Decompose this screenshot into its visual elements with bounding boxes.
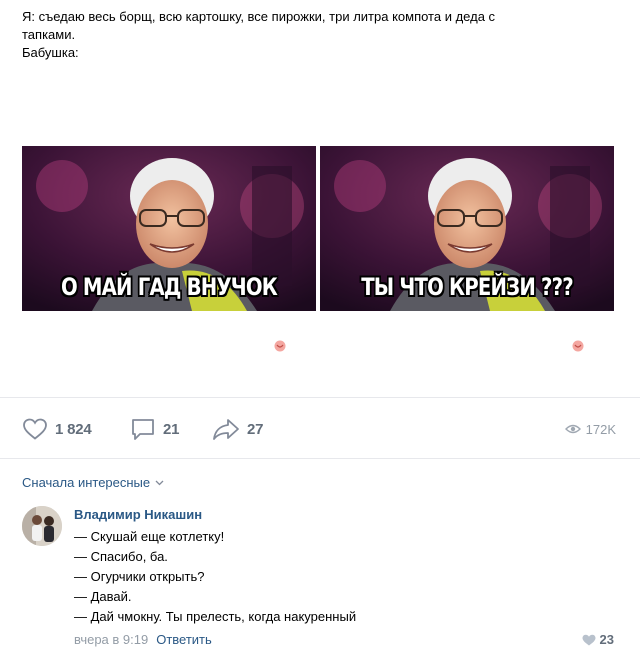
comment-text: — Скушай еще котлетку! — Спасибо, ба. — …	[74, 527, 614, 627]
post-actions: 1 824 21 27 172K	[22, 414, 620, 444]
comment-line: — Давай.	[74, 589, 132, 604]
views-counter: 172K	[564, 414, 616, 444]
share-icon	[213, 419, 239, 440]
reaction-icon[interactable]	[274, 340, 286, 352]
comment-body: Владимир Никашин — Скушай еще котлетку! …	[74, 506, 614, 649]
eye-icon	[564, 424, 581, 434]
meme-caption: О МАЙ ГАД ВНУЧОК	[60, 273, 278, 301]
post-text-line: Бабушка:	[22, 45, 79, 60]
chevron-down-icon	[155, 480, 164, 485]
divider	[0, 458, 640, 459]
comment-like-count: 23	[599, 632, 614, 647]
comments-sort-toggle[interactable]: Сначала интересные	[22, 475, 164, 490]
comment-meta: вчера в 9:19 Ответить	[74, 631, 614, 649]
like-count: 1 824	[55, 420, 92, 438]
reaction-icon[interactable]	[572, 340, 584, 352]
comment-line: — Дай чмокну. Ты прелесть, когда накурен…	[74, 609, 357, 624]
post-text: Я: съедаю весь борщ, всю картошку, все п…	[22, 8, 622, 62]
avatar-photo	[22, 506, 62, 546]
post-image-right[interactable]: ТЫ ЧТО КРЕЙЗИ ???	[320, 146, 614, 311]
share-count: 27	[247, 420, 264, 438]
share-button[interactable]: 27	[212, 414, 264, 444]
small-heart-icon	[582, 634, 596, 645]
comment-author[interactable]: Владимир Никашин	[74, 506, 614, 524]
reply-button[interactable]: Ответить	[156, 632, 212, 647]
heart-icon	[23, 418, 47, 440]
comment-count: 21	[163, 420, 180, 438]
avatar[interactable]	[22, 506, 62, 546]
comment-time[interactable]: вчера в 9:19	[74, 632, 148, 647]
meme-caption: ТЫ ЧТО КРЕЙЗИ ???	[361, 273, 573, 301]
divider	[0, 397, 640, 398]
post-image-left[interactable]: О МАЙ ГАД ВНУЧОК	[22, 146, 316, 311]
comment-line: — Скушай еще котлетку!	[74, 529, 225, 544]
sort-label: Сначала интересные	[22, 475, 151, 490]
comment-like-button[interactable]: 23	[582, 632, 614, 647]
like-button[interactable]: 1 824	[22, 414, 92, 444]
post-text-line: тапками.	[22, 27, 76, 42]
views-count: 172K	[585, 421, 616, 437]
post-text-line: Я: съедаю весь борщ, всю картошку, все п…	[22, 9, 496, 24]
comment-line: — Огурчики открыть?	[74, 569, 205, 584]
comment-icon	[132, 419, 154, 440]
comment-line: — Спасибо, ба.	[74, 549, 168, 564]
comment-button[interactable]: 21	[130, 414, 180, 444]
